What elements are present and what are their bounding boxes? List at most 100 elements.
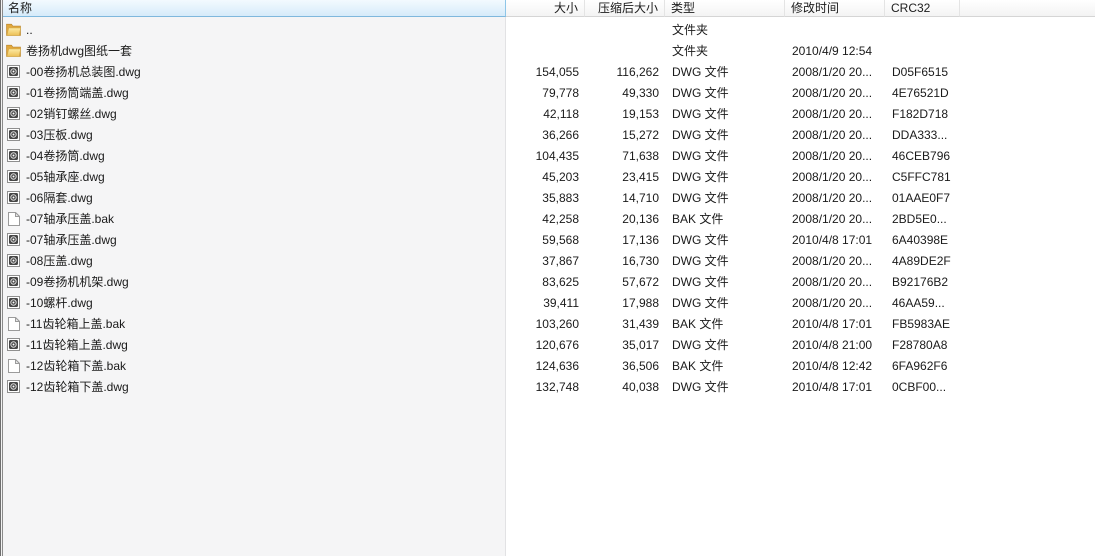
file-type-cell: DWG 文件 [672,380,729,394]
file-modified-cell: 2008/1/20 20... [792,169,873,184]
folder-row[interactable]: 卷扬机dwg图纸一套 文件夹 2010/4/9 12:54 [3,40,1095,61]
file-list: .. 文件夹 卷扬机dwg图纸一套 文件夹 2010/4/9 12:54 -00卷扬机总装… [3,19,1095,397]
column-header-type[interactable]: 类型 [665,0,785,17]
file-packed-size-cell: 31,439 [622,316,659,331]
dwg-file-icon [6,232,21,247]
file-type-cell: DWG 文件 [672,254,729,268]
file-type-cell: DWG 文件 [672,170,729,184]
file-row[interactable]: -06隔套.dwg 35,883 14,710 DWG 文件 2008/1/20 20.… [3,187,1095,208]
column-header-crc32[interactable]: CRC32 [885,0,960,17]
file-name: -09卷扬机机架.dwg [26,275,129,289]
file-packed-size-cell: 17,988 [622,295,659,310]
file-crc32-cell: 6FA962F6 [892,358,948,373]
file-size-cell: 42,258 [542,211,579,226]
file-type-cell: BAK 文件 [672,359,724,373]
column-header-size[interactable]: 大小 [506,0,585,17]
file-type-cell: DWG 文件 [672,65,729,79]
file-size-cell: 59,568 [542,232,579,247]
file-type-cell: DWG 文件 [672,338,729,352]
file-name: .. [26,22,33,37]
file-modified-cell: 2008/1/20 20... [792,253,873,268]
file-name-cell: -12齿轮箱下盖.dwg [3,378,506,395]
file-crc32-cell: 46CEB796 [892,148,951,163]
file-modified-cell: 2010/4/8 17:01 [792,232,873,247]
file-packed-size-cell: 40,038 [622,379,659,394]
column-header-filler [960,0,1095,17]
file-name: -01卷扬筒端盖.dwg [26,86,129,100]
file-size-cell: 79,778 [542,85,579,100]
file-name: -10螺杆.dwg [26,296,93,310]
file-type-cell: 文件夹 [672,44,709,58]
file-name-cell: -04卷扬筒.dwg [3,147,506,164]
file-row[interactable]: -07轴承压盖.bak 42,258 20,136 BAK 文件 2008/1/20 2… [3,208,1095,229]
file-name-cell: -07轴承压盖.bak [3,210,506,227]
blank-file-icon [6,316,21,331]
file-type-cell: DWG 文件 [672,128,729,142]
file-row[interactable]: -11齿轮箱上盖.bak 103,260 31,439 BAK 文件 2010/4/8 … [3,313,1095,334]
file-name-cell: -12齿轮箱下盖.bak [3,357,506,374]
file-crc32-cell: 01AAE0F7 [892,190,951,205]
column-header-bar: 名称 大小 压缩后大小 类型 修改时间 CRC32 [3,0,1095,17]
file-modified-cell: 2008/1/20 20... [792,148,873,163]
blank-file-icon [6,358,21,373]
file-packed-size-cell: 16,730 [622,253,659,268]
file-crc32-cell: 0CBF00... [892,379,947,394]
file-packed-size-cell: 36,506 [622,358,659,373]
file-name: -05轴承座.dwg [26,170,105,184]
file-row[interactable]: -03压板.dwg 36,266 15,272 DWG 文件 2008/1/20 20.… [3,124,1095,145]
file-modified-cell: 2008/1/20 20... [792,127,873,142]
file-row[interactable]: -02销钉螺丝.dwg 42,118 19,153 DWG 文件 2008/1/20 2… [3,103,1095,124]
file-row[interactable]: -04卷扬筒.dwg 104,435 71,638 DWG 文件 2008/1/20 2… [3,145,1095,166]
dwg-file-icon [6,379,21,394]
file-name-cell: -05轴承座.dwg [3,168,506,185]
file-row[interactable]: -01卷扬筒端盖.dwg 79,778 49,330 DWG 文件 2008/1/20 … [3,82,1095,103]
file-modified-cell: 2010/4/8 21:00 [792,337,873,352]
file-packed-size-cell: 14,710 [622,190,659,205]
file-size-cell: 45,203 [542,169,579,184]
file-row[interactable]: -05轴承座.dwg 45,203 23,415 DWG 文件 2008/1/20 20… [3,166,1095,187]
file-row[interactable]: -12齿轮箱下盖.dwg 132,748 40,038 DWG 文件 2010/4/8 … [3,376,1095,397]
file-crc32-cell: 46AA59... [892,295,945,310]
file-row[interactable]: -11齿轮箱上盖.dwg 120,676 35,017 DWG 文件 2010/4/8 … [3,334,1095,355]
file-row[interactable]: -09卷扬机机架.dwg 83,625 57,672 DWG 文件 2008/1/20 … [3,271,1095,292]
file-row[interactable]: -00卷扬机总装图.dwg 154,055 116,262 DWG 文件 2008/1/… [3,61,1095,82]
column-header-packed[interactable]: 压缩后大小 [585,0,665,17]
file-packed-size-cell: 17,136 [622,232,659,247]
file-modified-cell: 2008/1/20 20... [792,211,873,226]
file-type-cell: DWG 文件 [672,149,729,163]
file-packed-size-cell: 19,153 [622,106,659,121]
folder-row[interactable]: .. 文件夹 [3,19,1095,40]
file-row[interactable]: -07轴承压盖.dwg 59,568 17,136 DWG 文件 2010/4/8 17… [3,229,1095,250]
file-modified-cell: 2008/1/20 20... [792,106,873,121]
column-header-name[interactable]: 名称 [3,0,506,17]
file-type-cell: DWG 文件 [672,275,729,289]
file-row[interactable]: -10螺杆.dwg 39,411 17,988 DWG 文件 2008/1/20 20.… [3,292,1095,313]
file-name: -00卷扬机总装图.dwg [26,65,141,79]
file-modified-cell: 2008/1/20 20... [792,85,873,100]
dwg-file-icon [6,127,21,142]
file-type-cell: DWG 文件 [672,233,729,247]
file-name: 卷扬机dwg图纸一套 [26,44,133,58]
file-modified-cell: 2008/1/20 20... [792,295,873,310]
file-packed-size-cell: 49,330 [622,85,659,100]
file-name: -04卷扬筒.dwg [26,149,105,163]
file-size-cell: 42,118 [543,106,579,121]
dwg-file-icon [6,337,21,352]
file-type-cell: DWG 文件 [672,86,729,100]
file-size-cell: 132,748 [535,379,579,394]
file-packed-size-cell: 57,672 [622,274,659,289]
column-header-modified[interactable]: 修改时间 [785,0,885,17]
file-crc32-cell: 4A89DE2F [892,253,951,268]
file-packed-size-cell: 116,262 [616,64,660,79]
file-type-cell: DWG 文件 [672,191,729,205]
file-type-cell: DWG 文件 [672,107,729,121]
file-packed-size-cell: 35,017 [622,337,659,352]
file-name-cell: 卷扬机dwg图纸一套 [3,42,506,59]
dwg-file-icon [6,85,21,100]
folder-icon [6,43,21,58]
file-row[interactable]: -08压盖.dwg 37,867 16,730 DWG 文件 2008/1/20 20.… [3,250,1095,271]
file-name-cell: -07轴承压盖.dwg [3,231,506,248]
file-modified-cell: 2010/4/9 12:54 [792,43,873,58]
file-row[interactable]: -12齿轮箱下盖.bak 124,636 36,506 BAK 文件 2010/4/8 … [3,355,1095,376]
file-size-cell: 103,260 [535,316,579,331]
